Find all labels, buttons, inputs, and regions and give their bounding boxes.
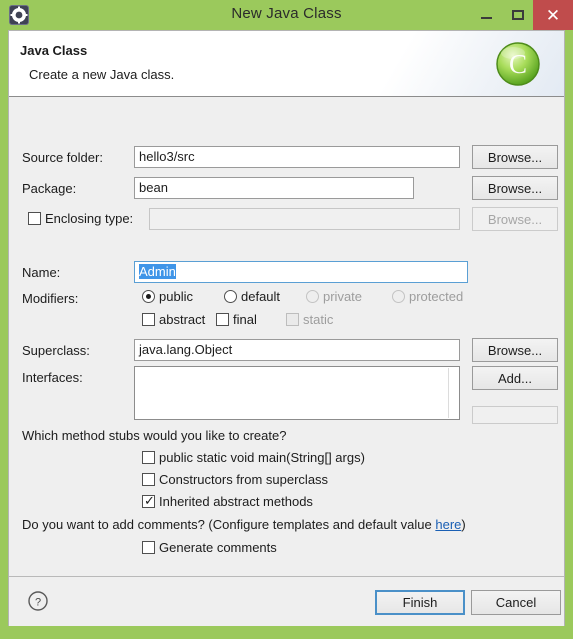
comments-question: Do you want to add comments? (Configure … <box>22 517 466 532</box>
name-input-selected-text: Admin <box>139 264 176 279</box>
radio-dot-icon <box>146 294 151 299</box>
source-folder-input[interactable]: hello3/src <box>134 146 460 168</box>
dialog-banner: Java Class Create a new Java class. C <box>9 31 564 97</box>
page-subtitle: Create a new Java class. <box>29 67 175 82</box>
dialog-footer: ? Finish Cancel <box>9 576 564 626</box>
java-class-badge-icon: C <box>493 39 543 89</box>
interfaces-label: Interfaces: <box>22 370 83 385</box>
name-input[interactable]: Admin <box>134 261 468 283</box>
stub-label-constructors: Constructors from superclass <box>159 472 329 487</box>
modifier-radio-private <box>306 290 319 303</box>
cancel-button[interactable]: Cancel <box>471 590 561 615</box>
title-bar: New Java Class ✕ <box>0 0 573 30</box>
enclosing-type-label: Enclosing type: <box>45 211 134 226</box>
modifier-checkbox-final[interactable] <box>216 313 229 326</box>
form-area: Source folder: hello3/src Browse... Pack… <box>9 98 564 576</box>
configure-templates-link[interactable]: here <box>435 517 461 532</box>
modifier-radio-default[interactable] <box>224 290 237 303</box>
modifier-label-abstract: abstract <box>159 312 206 327</box>
minimize-button[interactable] <box>471 0 501 30</box>
modifier-checkbox-static <box>286 313 299 326</box>
package-browse-button[interactable]: Browse... <box>472 176 558 200</box>
method-stubs-question: Which method stubs would you like to cre… <box>22 428 287 443</box>
interfaces-add-button[interactable]: Add... <box>472 366 558 390</box>
modifier-label-static: static <box>303 312 334 327</box>
superclass-input[interactable]: java.lang.Object <box>134 339 460 361</box>
superclass-browse-button[interactable]: Browse... <box>472 338 558 362</box>
close-button[interactable]: ✕ <box>533 0 573 30</box>
modifiers-label: Modifiers: <box>22 291 79 306</box>
modifier-label-protected: protected <box>409 289 464 304</box>
close-icon: ✕ <box>545 5 561 25</box>
maximize-icon <box>512 10 524 20</box>
superclass-label: Superclass: <box>22 343 90 358</box>
svg-text:?: ? <box>35 597 41 609</box>
help-circle-icon[interactable]: ? <box>27 590 49 612</box>
modifier-label-private: private <box>323 289 363 304</box>
enclosing-type-input <box>149 208 460 230</box>
maximize-button[interactable] <box>503 0 533 30</box>
source-folder-browse-button[interactable]: Browse... <box>472 145 558 169</box>
modifier-label-public: public <box>159 289 193 304</box>
minimize-icon <box>480 17 492 19</box>
stub-label-inherited-abstract: Inherited abstract methods <box>159 494 313 509</box>
new-java-class-window: New Java Class ✕ Java Class Create a new… <box>0 0 573 639</box>
modifier-radio-public[interactable] <box>142 290 155 303</box>
package-label: Package: <box>22 181 77 196</box>
enclosing-type-browse-button: Browse... <box>472 207 558 231</box>
modifier-radio-protected <box>392 290 405 303</box>
generate-comments-checkbox[interactable] <box>142 541 155 554</box>
modifier-label-default: default <box>241 289 281 304</box>
name-label: Name: <box>22 265 61 280</box>
enclosing-type-checkbox[interactable] <box>28 212 41 225</box>
comments-question-suffix: ) <box>461 517 466 532</box>
modifier-label-final: final <box>233 312 257 327</box>
source-folder-label: Source folder: <box>22 150 103 165</box>
generate-comments-label: Generate comments <box>159 540 277 555</box>
finish-button[interactable]: Finish <box>375 590 465 615</box>
dialog-body: Java Class Create a new Java class. C So… <box>8 30 565 626</box>
stub-checkbox-main-method[interactable] <box>142 451 155 464</box>
interfaces-scrollbar[interactable] <box>448 368 449 418</box>
stub-checkbox-constructors[interactable] <box>142 473 155 486</box>
package-input[interactable]: bean <box>134 177 414 199</box>
comments-question-prefix: Do you want to add comments? (Configure … <box>22 517 436 532</box>
checkmark-icon: ✓ <box>144 493 155 508</box>
interfaces-remove-button <box>472 406 558 424</box>
stub-checkbox-inherited-abstract[interactable]: ✓ <box>142 493 155 508</box>
stub-label-main-method: public static void main(String[] args) <box>159 450 365 465</box>
modifier-checkbox-abstract[interactable] <box>142 313 155 326</box>
interfaces-list[interactable] <box>134 366 460 420</box>
page-title: Java Class <box>20 43 88 58</box>
